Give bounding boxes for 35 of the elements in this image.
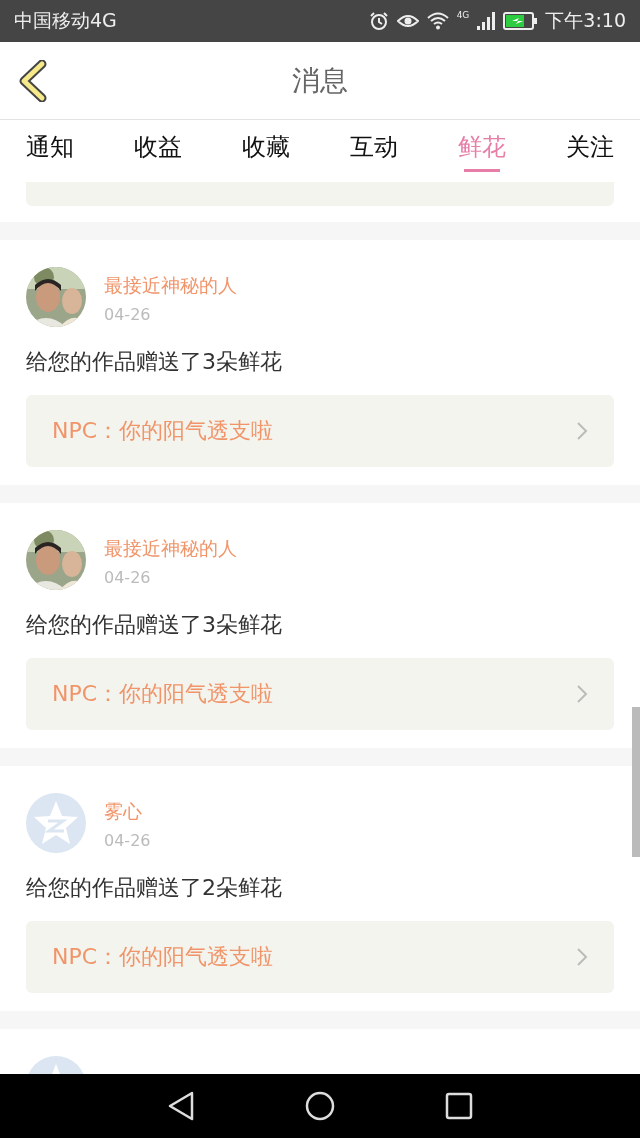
star-avatar-icon bbox=[26, 793, 86, 853]
clock-time: 下午3:10 bbox=[545, 8, 626, 33]
work-link[interactable]: NPC：你的阳气透支啦 bbox=[26, 395, 614, 467]
back-icon[interactable] bbox=[18, 60, 48, 102]
chevron-icon bbox=[576, 947, 588, 967]
signal-icon bbox=[477, 12, 496, 30]
tab[interactable]: 关注 bbox=[566, 120, 614, 182]
tab[interactable]: 鲜花 bbox=[458, 120, 506, 182]
home-nav-icon[interactable] bbox=[305, 1091, 335, 1121]
page-title: 消息 bbox=[292, 62, 348, 99]
message-date: 04-26 bbox=[104, 831, 151, 850]
wifi-icon bbox=[426, 12, 449, 30]
chevron-icon bbox=[576, 421, 588, 441]
message-date: 04-26 bbox=[104, 305, 152, 324]
back-nav-icon[interactable] bbox=[167, 1091, 195, 1121]
message-text: 给您的作品赠送了3朵鲜花 bbox=[26, 348, 283, 376]
message-date: 04-26 bbox=[104, 568, 152, 587]
tab[interactable]: 收益 bbox=[134, 120, 182, 182]
tab[interactable]: 通知 bbox=[26, 120, 74, 182]
eye-icon bbox=[396, 13, 419, 29]
carrier-name: 中国移动4G bbox=[14, 8, 117, 33]
work-link[interactable]: NPC：你的阳气透支啦 bbox=[26, 658, 614, 730]
network-label: 4G bbox=[456, 10, 470, 20]
tab[interactable]: 收藏 bbox=[242, 120, 290, 182]
tab[interactable]: 互动 bbox=[350, 120, 398, 182]
chevron-icon bbox=[576, 684, 588, 704]
alarm-icon bbox=[368, 11, 389, 31]
work-link[interactable]: NPC：你的阳气透支啦 bbox=[26, 921, 614, 993]
recents-nav-icon[interactable] bbox=[445, 1092, 473, 1120]
sender-name[interactable]: 最接近神秘的人 bbox=[104, 273, 237, 299]
sender-name[interactable]: 最接近神秘的人 bbox=[104, 536, 237, 562]
message-text: 给您的作品赠送了2朵鲜花 bbox=[26, 874, 283, 902]
battery-icon bbox=[503, 12, 538, 30]
message-text: 给您的作品赠送了3朵鲜花 bbox=[26, 611, 283, 639]
sender-name[interactable]: 雾心 bbox=[104, 799, 151, 825]
